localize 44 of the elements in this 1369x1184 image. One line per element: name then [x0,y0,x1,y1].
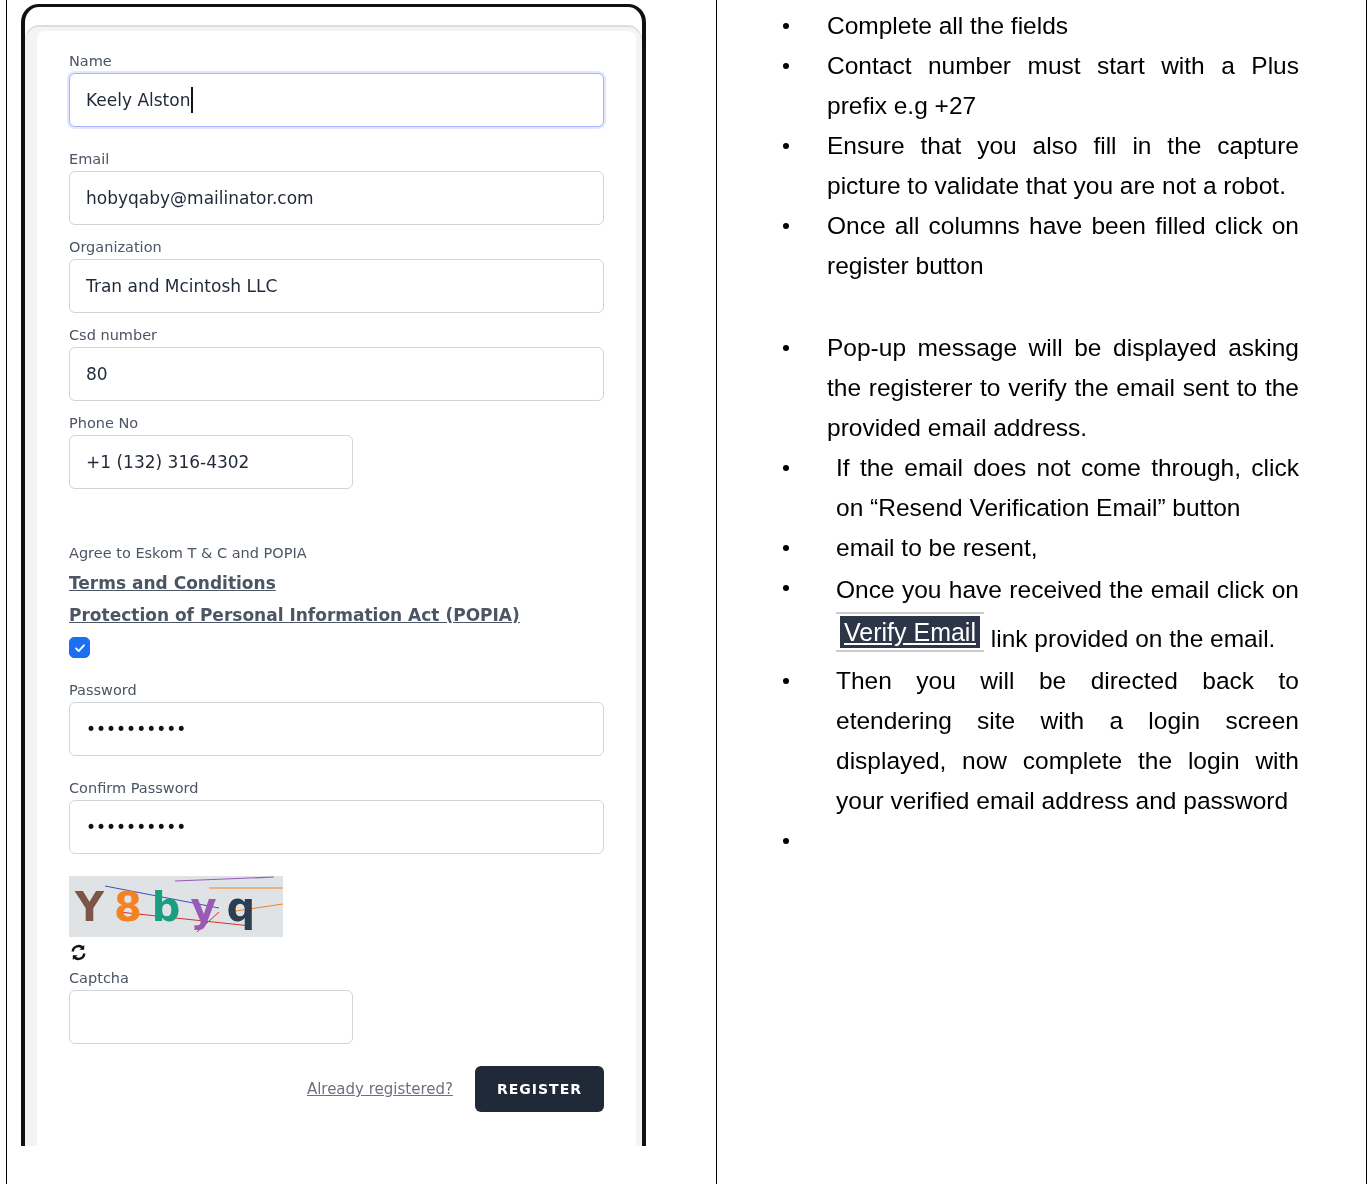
input-field[interactable]: Tran and Mcintosh LLC [69,259,604,313]
instruction-text: Ensure that you also fill in the capture picture to validate that you are not a robot. [827,131,1299,201]
bullet-icon [783,678,789,684]
bullet-icon [783,545,789,551]
bullet-icon [783,585,789,591]
bullet-icon [783,838,789,844]
captcha-character: Y [75,886,104,927]
input-field[interactable]: 80 [69,347,604,401]
terms-link[interactable]: Terms and Conditions [69,567,276,599]
refresh-icon[interactable] [69,943,88,962]
password-field[interactable]: •••••••••• [69,800,604,854]
field-label: Name [69,52,112,71]
instruction-text: link provided on the email. [990,625,1276,652]
instruction-text: Once you have received the email click on [836,576,1299,603]
instruction-text: Complete all the fields [827,11,1070,41]
instruction-text: Contact number must start with a Plus prefix e.g +27 [827,51,1299,121]
password-field[interactable]: •••••••••• [69,702,604,756]
input-field[interactable]: Keely Alston [69,73,604,127]
field-label: Email [69,150,110,169]
field-label: Captcha [69,969,129,988]
agree-checkbox[interactable] [69,637,90,658]
input-field[interactable]: hobyqaby@mailinator.com [69,171,604,225]
field-label: Organization [69,238,162,257]
instruction-text: Then you will be directed back to etendering site with a login screen displayed, now complete the login with your verified email address and password [836,666,1299,816]
field-label: Password [69,681,137,700]
input-field[interactable]: +1 (132) 316-4302 [69,435,353,489]
agreement-label: Agree to Eskom T & C and POPIA [69,544,307,563]
register-button[interactable]: REGISTER [474,1066,604,1112]
text-cursor [191,87,193,113]
bullet-icon [783,23,789,29]
captcha-field[interactable] [69,990,353,1044]
login-link[interactable]: Already registered? [306,1080,453,1098]
bullet-icon [783,143,789,149]
bullet-icon [783,63,789,69]
bullet-icon [783,465,789,471]
bullet-icon [783,345,789,351]
field-label: Confirm Password [69,779,199,798]
field-label: Phone No [69,414,139,433]
field-label: Csd number [69,326,158,345]
instruction-text: Pop-up message will be displayed asking the registerer to verify the email sent to the provided email address. [827,333,1299,443]
bullet-icon [783,223,789,229]
instruction-text: Once all columns have been filled click on register button [827,211,1299,281]
terms-link[interactable]: Protection of Personal Information Act (POPIA) [69,599,520,631]
instruction-text: email to be resent, [836,533,1039,563]
